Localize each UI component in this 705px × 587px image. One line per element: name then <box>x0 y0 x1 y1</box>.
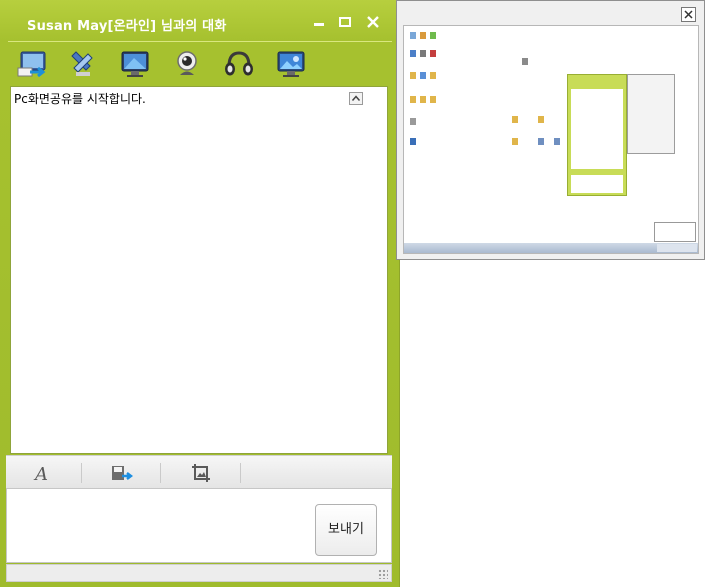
crop-image-icon <box>192 464 210 482</box>
system-message: Pc화면공유를 시작합니다. <box>14 92 146 106</box>
desktop-shortcut-icon <box>420 32 426 39</box>
close-icon <box>684 10 693 19</box>
desktop-shortcut-icon <box>410 72 416 79</box>
chevron-up-icon <box>351 95 361 101</box>
font-icon: A <box>33 464 48 485</box>
desktop-shortcut-icon <box>410 50 416 57</box>
desktop-shortcut-icon <box>420 96 426 103</box>
monitor-icon <box>121 51 149 77</box>
desktop-shortcut-icon <box>430 32 436 39</box>
font-button[interactable]: A <box>30 462 54 485</box>
window-title: Susan May[온라인] 님과의 대화 <box>27 19 227 34</box>
mini-message-area <box>571 89 623 169</box>
desktop-shortcut-icon <box>538 116 544 123</box>
send-button[interactable]: 보내기 <box>315 504 377 556</box>
desktop-shortcut-icon <box>410 118 416 125</box>
minimize-icon <box>314 23 324 26</box>
save-chat-button[interactable] <box>110 462 134 484</box>
headset-icon <box>225 51 253 76</box>
mini-notification <box>654 222 696 242</box>
desktop-shortcut-icon <box>522 58 528 65</box>
title-bar[interactable]: Susan May[온라인] 님과의 대화 <box>0 0 399 42</box>
remote-control-icon <box>71 51 93 76</box>
svg-text:A: A <box>33 464 48 484</box>
desktop-shortcut-icon <box>430 50 436 57</box>
desktop-shortcut-icon <box>410 96 416 103</box>
format-toolbar: A <box>6 455 392 490</box>
mini-taskbar <box>404 243 698 253</box>
status-bar <box>6 564 392 582</box>
voice-chat-button[interactable] <box>222 48 256 80</box>
close-button[interactable] <box>365 14 381 30</box>
desktop-button[interactable] <box>274 48 308 80</box>
desktop-shortcut-icon <box>554 138 560 145</box>
screen-share-button[interactable] <box>118 48 152 80</box>
send-file-button[interactable] <box>16 48 50 80</box>
mini-share-window <box>627 74 675 154</box>
webcam-button[interactable] <box>170 48 204 80</box>
chat-window: Susan May[온라인] 님과의 대화 Pc화면공유를 시작합니다. A 보… <box>0 0 400 587</box>
send-file-icon <box>17 51 46 78</box>
toolbar-separator <box>81 463 82 483</box>
shared-screen-view[interactable] <box>403 25 699 254</box>
desktop-shortcut-icon <box>410 138 416 145</box>
webcam-icon <box>177 51 197 75</box>
desktop-shortcut-icon <box>430 72 436 79</box>
mini-input-area <box>571 175 623 193</box>
desktop-icon <box>277 51 305 77</box>
toolbar-divider <box>8 41 392 42</box>
desktop-shortcut-icon <box>512 116 518 123</box>
chat-toolbar <box>10 44 390 84</box>
minimize-button[interactable] <box>311 14 327 30</box>
desktop-shortcut-icon <box>420 50 426 57</box>
screen-share-window <box>396 0 705 260</box>
save-export-icon <box>112 466 133 480</box>
resize-grip-icon[interactable] <box>378 569 388 579</box>
toolbar-separator <box>160 463 161 483</box>
message-history[interactable]: Pc화면공유를 시작합니다. <box>10 86 388 454</box>
maximize-button[interactable] <box>337 14 353 30</box>
mini-system-tray <box>657 244 697 252</box>
close-button[interactable] <box>681 7 696 22</box>
maximize-icon <box>339 17 351 27</box>
desktop-shortcut-icon <box>410 32 416 39</box>
toolbar-separator <box>240 463 241 483</box>
desktop-shortcut-icon <box>512 138 518 145</box>
mini-chat-window <box>567 74 627 196</box>
capture-button[interactable] <box>190 462 214 484</box>
desktop-shortcut-icon <box>420 72 426 79</box>
close-icon <box>367 16 379 28</box>
remote-control-button[interactable] <box>66 48 100 80</box>
desktop-shortcut-icon <box>430 96 436 103</box>
collapse-button[interactable] <box>349 92 363 105</box>
desktop-shortcut-icon <box>538 138 544 145</box>
